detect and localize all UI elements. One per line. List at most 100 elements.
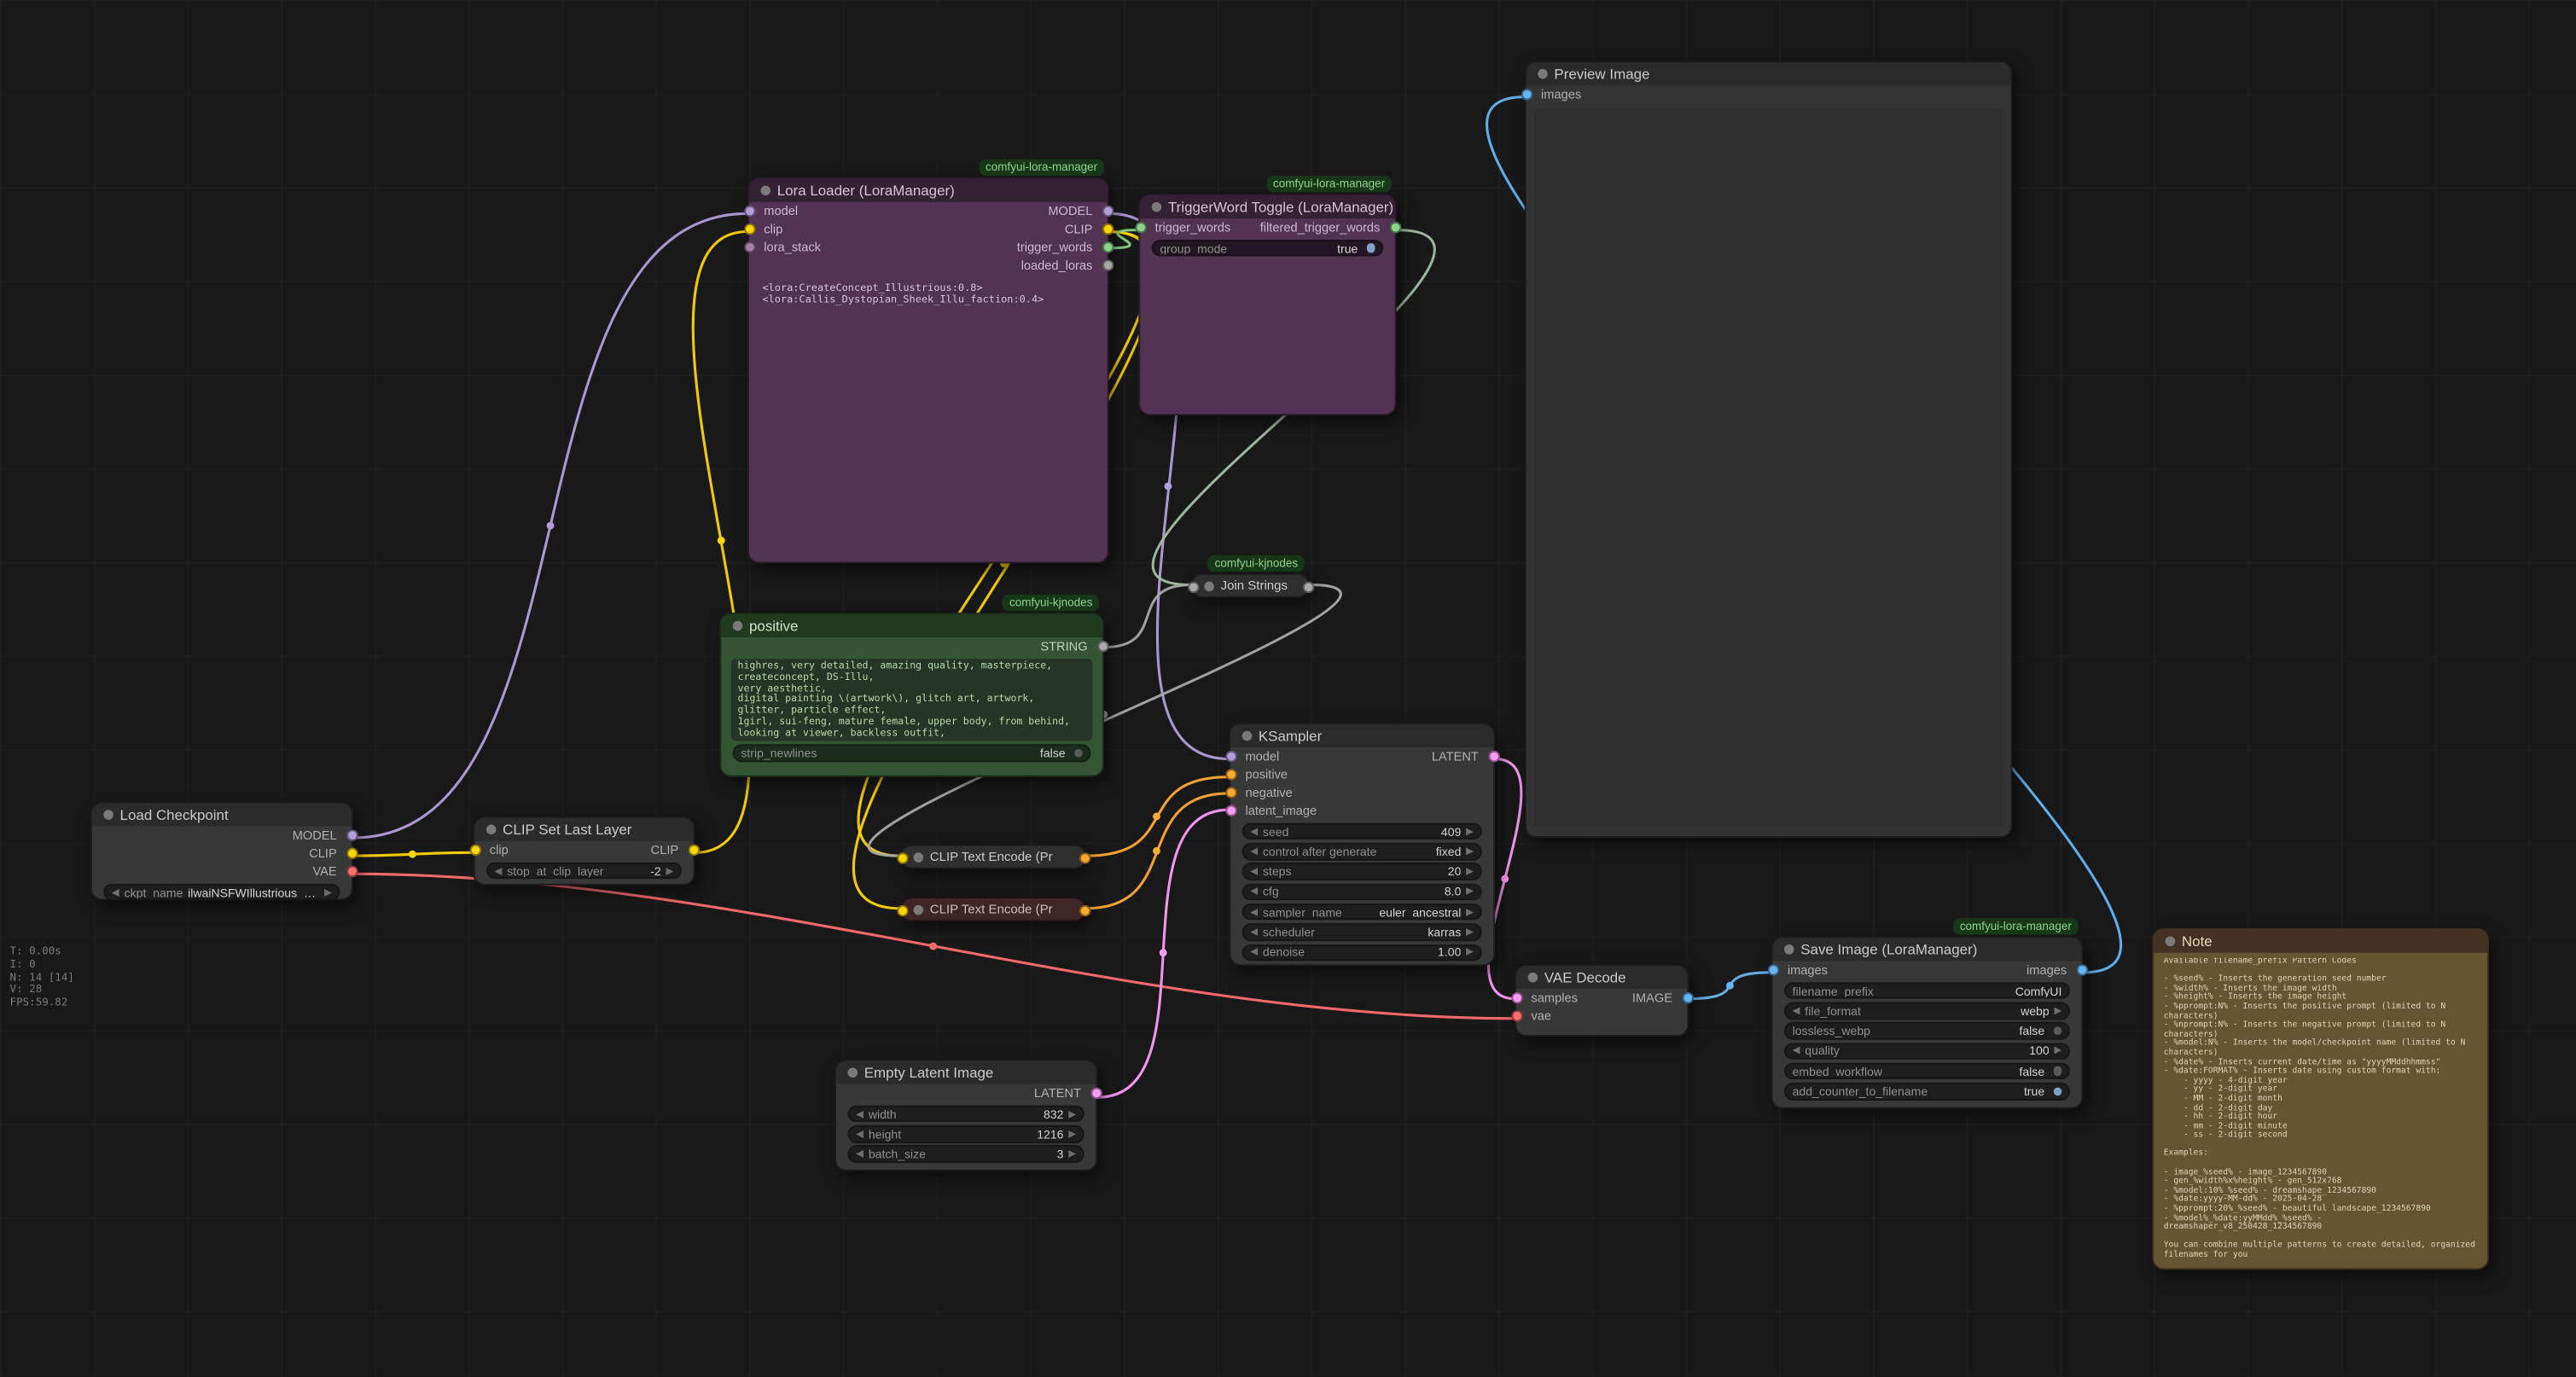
collapse-dot-icon[interactable] [103,810,113,820]
control-after-generate-widget[interactable]: ◀ control after generate fixed ▶ [1242,843,1482,860]
input-slot-images[interactable] [1521,89,1532,100]
combo-right-icon[interactable]: ▶ [1466,927,1474,938]
combo-right-icon[interactable]: ▶ [1466,866,1474,877]
node-title-bar[interactable]: Save Image (LoraManager) [1773,938,2082,961]
combo-right-icon[interactable]: ▶ [1466,906,1474,917]
note-textarea[interactable]: Available filename_prefix Pattern Codes … [2164,958,2478,1260]
height-widget[interactable]: ◀ height 1216 ▶ [848,1125,1084,1142]
filename-prefix-widget[interactable]: filename_prefix ComfyUI [1784,982,2070,999]
sampler-name-widget[interactable]: ◀ sampler_name euler_ancestral ▶ [1242,903,1482,921]
combo-left-icon[interactable]: ◀ [856,1128,864,1139]
combo-right-icon[interactable]: ▶ [2054,1005,2061,1016]
collapse-dot-icon[interactable] [1528,973,1538,983]
combo-right-icon[interactable]: ▶ [1466,826,1474,837]
batch-size-widget[interactable]: ◀ batch_size 3 ▶ [848,1146,1084,1163]
node-preview-image[interactable]: Preview Image images [1525,61,2013,838]
combo-right-icon[interactable]: ▶ [1466,845,1474,857]
combo-right-icon[interactable]: ▶ [324,886,332,898]
node-note[interactable]: Note Available filename_prefix Pattern C… [2152,928,2489,1270]
node-title-bar[interactable]: TriggerWord Toggle (LoraManager) [1140,195,1394,218]
steps-widget[interactable]: ◀ steps 20 ▶ [1242,863,1482,880]
output-slot-latent[interactable] [1090,1088,1102,1099]
combo-left-icon[interactable]: ◀ [1250,906,1258,917]
input-slot-latent-image[interactable] [1224,805,1236,816]
file-format-widget[interactable]: ◀ file_format webp ▶ [1784,1002,2070,1020]
output-slot-model[interactable] [1102,206,1113,217]
quality-widget[interactable]: ◀ quality 100 ▶ [1784,1043,2070,1060]
combo-left-icon[interactable]: ◀ [495,865,503,876]
loras-syntax-text[interactable]: <lora:CreateConcept_Illustrious:0.8> <lo… [762,282,1094,307]
group-mode-toggle[interactable]: group_mode true [1152,240,1383,257]
input-slot[interactable] [1187,582,1198,593]
combo-right-icon[interactable]: ▶ [1068,1128,1076,1139]
combo-left-icon[interactable]: ◀ [112,886,119,898]
collapse-dot-icon[interactable] [2166,936,2176,946]
input-slot-clip[interactable] [743,224,754,235]
output-slot-conditioning[interactable] [1079,905,1090,916]
node-empty-latent-image[interactable]: Empty Latent Image LATENT ◀ width 832 ▶ … [834,1060,1097,1171]
prompt-textarea[interactable]: highres, very detailed, amazing quality,… [731,659,1093,741]
graph-canvas[interactable]: Load Checkpoint MODEL CLIP VAE ◀ ckpt_na… [0,0,2576,1376]
toggle-knob[interactable] [1366,244,1375,253]
node-clip-text-encode-negative[interactable]: CLIP Text Encode (Pr [900,897,1086,921]
combo-right-icon[interactable]: ▶ [1466,886,1474,898]
output-slot-trigger-words[interactable] [1102,241,1113,253]
node-vae-decode[interactable]: VAE Decode samples IMAGE vae [1515,964,1689,1037]
input-slot-model[interactable] [1224,751,1236,762]
output-slot-clip[interactable] [688,845,699,856]
node-title-bar[interactable]: KSampler [1230,724,1493,747]
combo-left-icon[interactable]: ◀ [1250,886,1258,898]
collapse-dot-icon[interactable] [848,1068,858,1078]
node-positive-prompt[interactable]: comfyui-kjnodes positive STRING highres,… [719,613,1104,777]
combo-left-icon[interactable]: ◀ [1250,826,1258,837]
lossless-webp-toggle[interactable]: lossless_webp false [1784,1022,2070,1039]
combo-left-icon[interactable]: ◀ [856,1108,864,1119]
input-slot-negative[interactable] [1224,787,1236,798]
node-save-image[interactable]: comfyui-lora-manager Save Image (LoraMan… [1771,936,2084,1108]
output-slot-latent[interactable] [1487,751,1498,762]
output-slot-filtered-trigger-words[interactable] [1389,222,1400,233]
collapse-dot-icon[interactable] [486,825,497,835]
collapse-dot-icon[interactable] [1784,944,1794,955]
output-slot-conditioning[interactable] [1079,852,1090,863]
input-slot-images[interactable] [1767,964,1778,975]
node-clip-set-last-layer[interactable]: CLIP Set Last Layer clip CLIP ◀ stop_at_… [474,816,695,886]
combo-right-icon[interactable]: ▶ [1068,1108,1076,1119]
input-slot-trigger-words[interactable] [1134,222,1145,233]
combo-right-icon[interactable]: ▶ [666,865,674,876]
input-slot[interactable] [896,905,907,916]
combo-right-icon[interactable]: ▶ [1068,1148,1076,1159]
input-slot[interactable] [896,852,907,863]
scheduler-widget[interactable]: ◀ scheduler karras ▶ [1242,924,1482,941]
stop-at-clip-layer-widget[interactable]: ◀ stop_at_clip_layer -2 ▶ [486,862,682,879]
output-slot-clip[interactable] [346,848,357,859]
toggle-knob[interactable] [2053,1026,2062,1036]
collapse-dot-icon[interactable] [760,186,770,196]
output-slot-string[interactable] [1096,641,1108,652]
input-slot-model[interactable] [743,206,754,217]
cfg-widget[interactable]: ◀ cfg 8.0 ▶ [1242,883,1482,900]
node-title-bar[interactable]: Note [2154,930,2487,953]
combo-left-icon[interactable]: ◀ [1250,866,1258,877]
output-slot-images[interactable] [2076,964,2087,975]
input-slot-positive[interactable] [1224,769,1236,780]
output-slot-model[interactable] [346,829,357,840]
collapse-dot-icon[interactable] [733,621,743,631]
seed-widget[interactable]: ◀ seed 409 ▶ [1242,822,1482,840]
node-title-bar[interactable]: VAE Decode [1516,966,1687,989]
combo-left-icon[interactable]: ◀ [856,1148,864,1159]
node-title-bar[interactable]: positive [721,614,1102,637]
collapse-dot-icon[interactable] [1204,581,1214,591]
combo-left-icon[interactable]: ◀ [1793,1045,1800,1056]
combo-left-icon[interactable]: ◀ [1250,845,1258,857]
toggle-knob[interactable] [2053,1067,2062,1077]
add-counter-to-filename-toggle[interactable]: add_counter_to_filename true [1784,1083,2070,1100]
node-load-checkpoint[interactable]: Load Checkpoint MODEL CLIP VAE ◀ ckpt_na… [90,802,353,901]
width-widget[interactable]: ◀ width 832 ▶ [848,1105,1084,1122]
node-title-bar[interactable]: Lora Loader (LoraManager) [749,179,1108,202]
output-slot-vae[interactable] [346,866,357,877]
input-slot-samples[interactable] [1510,992,1521,1003]
collapse-dot-icon[interactable] [1242,731,1253,741]
output-slot-clip[interactable] [1102,224,1113,235]
embed-workflow-toggle[interactable]: embed_workflow false [1784,1063,2070,1080]
